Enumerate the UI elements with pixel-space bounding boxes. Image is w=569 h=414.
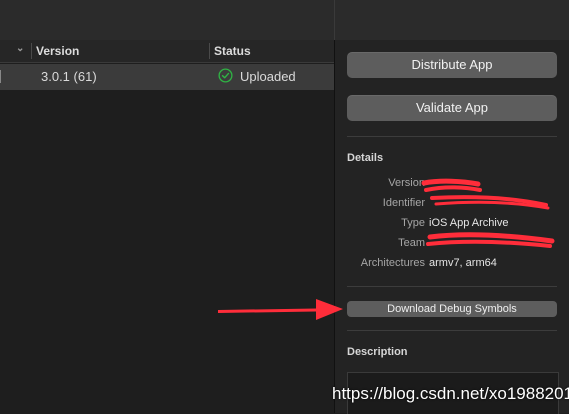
- sort-chevron-icon[interactable]: ⌄: [16, 43, 24, 54]
- row-status: Uploaded: [240, 69, 296, 84]
- column-divider: [31, 43, 32, 59]
- list-header: ⌄ Version Status: [0, 40, 334, 63]
- watermark-text: https://blog.csdn.net/xo19882011: [332, 384, 569, 403]
- detail-label: Identifier: [382, 197, 425, 209]
- column-divider: [209, 43, 210, 59]
- column-header-version[interactable]: Version: [36, 44, 79, 58]
- detail-value: armv7, arm64: [429, 257, 497, 269]
- details-title: Details: [347, 152, 384, 164]
- detail-label: Team: [398, 237, 425, 249]
- download-debug-symbols-button[interactable]: Download Debug Symbols: [347, 301, 557, 317]
- divider: [347, 330, 557, 331]
- toolbar-divider: [334, 0, 335, 40]
- checkmark-circle-icon: [218, 68, 233, 83]
- detail-label: Version: [388, 177, 425, 189]
- divider: [347, 136, 557, 137]
- detail-value: iOS App Archive: [429, 217, 509, 229]
- description-title: Description: [347, 346, 408, 358]
- table-row[interactable]: 3.0.1 (61) Uploaded: [0, 64, 334, 90]
- validate-app-button[interactable]: Validate App: [347, 95, 557, 121]
- row-edge-marker: [0, 70, 4, 83]
- divider: [347, 286, 557, 287]
- archives-list: ⌄ Version Status 3.0.1 (61) Uploaded: [0, 40, 334, 413]
- detail-label: Type: [401, 217, 425, 229]
- row-version: 3.0.1 (61): [41, 69, 97, 84]
- column-header-status[interactable]: Status: [214, 44, 251, 58]
- inspector-panel: Distribute App Validate App Details Vers…: [335, 40, 569, 414]
- window-toolbar: [0, 0, 569, 41]
- detail-label: Architectures: [360, 257, 425, 269]
- distribute-app-button[interactable]: Distribute App: [347, 52, 557, 78]
